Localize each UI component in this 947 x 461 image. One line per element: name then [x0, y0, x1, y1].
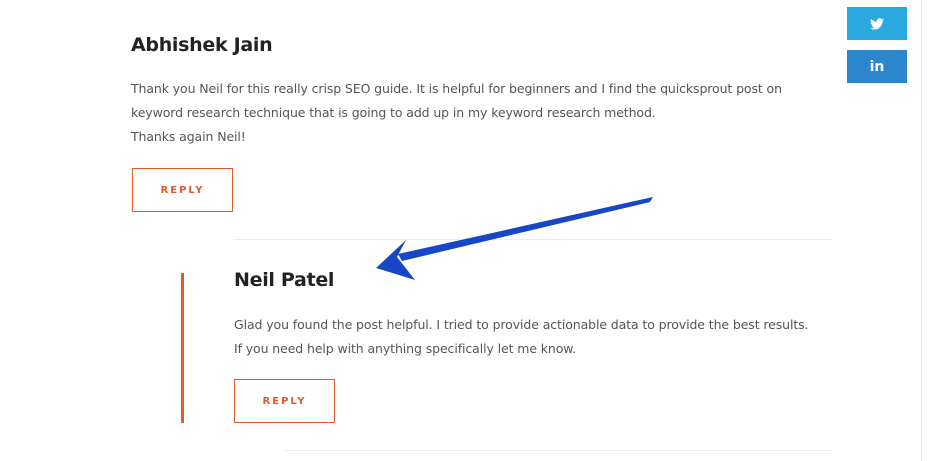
reply-button[interactable]: REPLY: [234, 379, 335, 423]
twitter-bird-icon: [870, 17, 884, 30]
comment-line: keyword research technique that is going…: [131, 105, 656, 120]
reply-line: If you need help with anything specifica…: [234, 341, 577, 356]
reply-button[interactable]: REPLY: [132, 168, 233, 212]
reply-line: Glad you found the post helpful. I tried…: [234, 317, 809, 332]
linkedin-icon: in: [869, 58, 885, 75]
reply-body: Glad you found the post helpful. I tried…: [234, 313, 834, 361]
comment-author: Abhishek Jain: [131, 34, 273, 56]
annotation-arrow-icon: [376, 197, 653, 280]
comment-separator: [234, 239, 831, 240]
linkedin-share-button[interactable]: in: [847, 50, 907, 83]
comment-body: Thank you Neil for this really crisp SEO…: [131, 77, 821, 149]
content-divider: [921, 0, 922, 461]
comment-separator: [285, 450, 831, 451]
annotation-arrow-head: [376, 240, 415, 280]
reply-author: Neil Patel: [234, 269, 335, 291]
reply-thread-line: [181, 273, 184, 423]
comment-line: Thank you Neil for this really crisp SEO…: [131, 81, 782, 96]
annotation-arrow-shaft: [398, 197, 653, 261]
comments-page: Abhishek Jain Thank you Neil for this re…: [0, 0, 947, 461]
comment-line: Thanks again Neil!: [131, 129, 246, 144]
twitter-share-button[interactable]: [847, 7, 907, 40]
